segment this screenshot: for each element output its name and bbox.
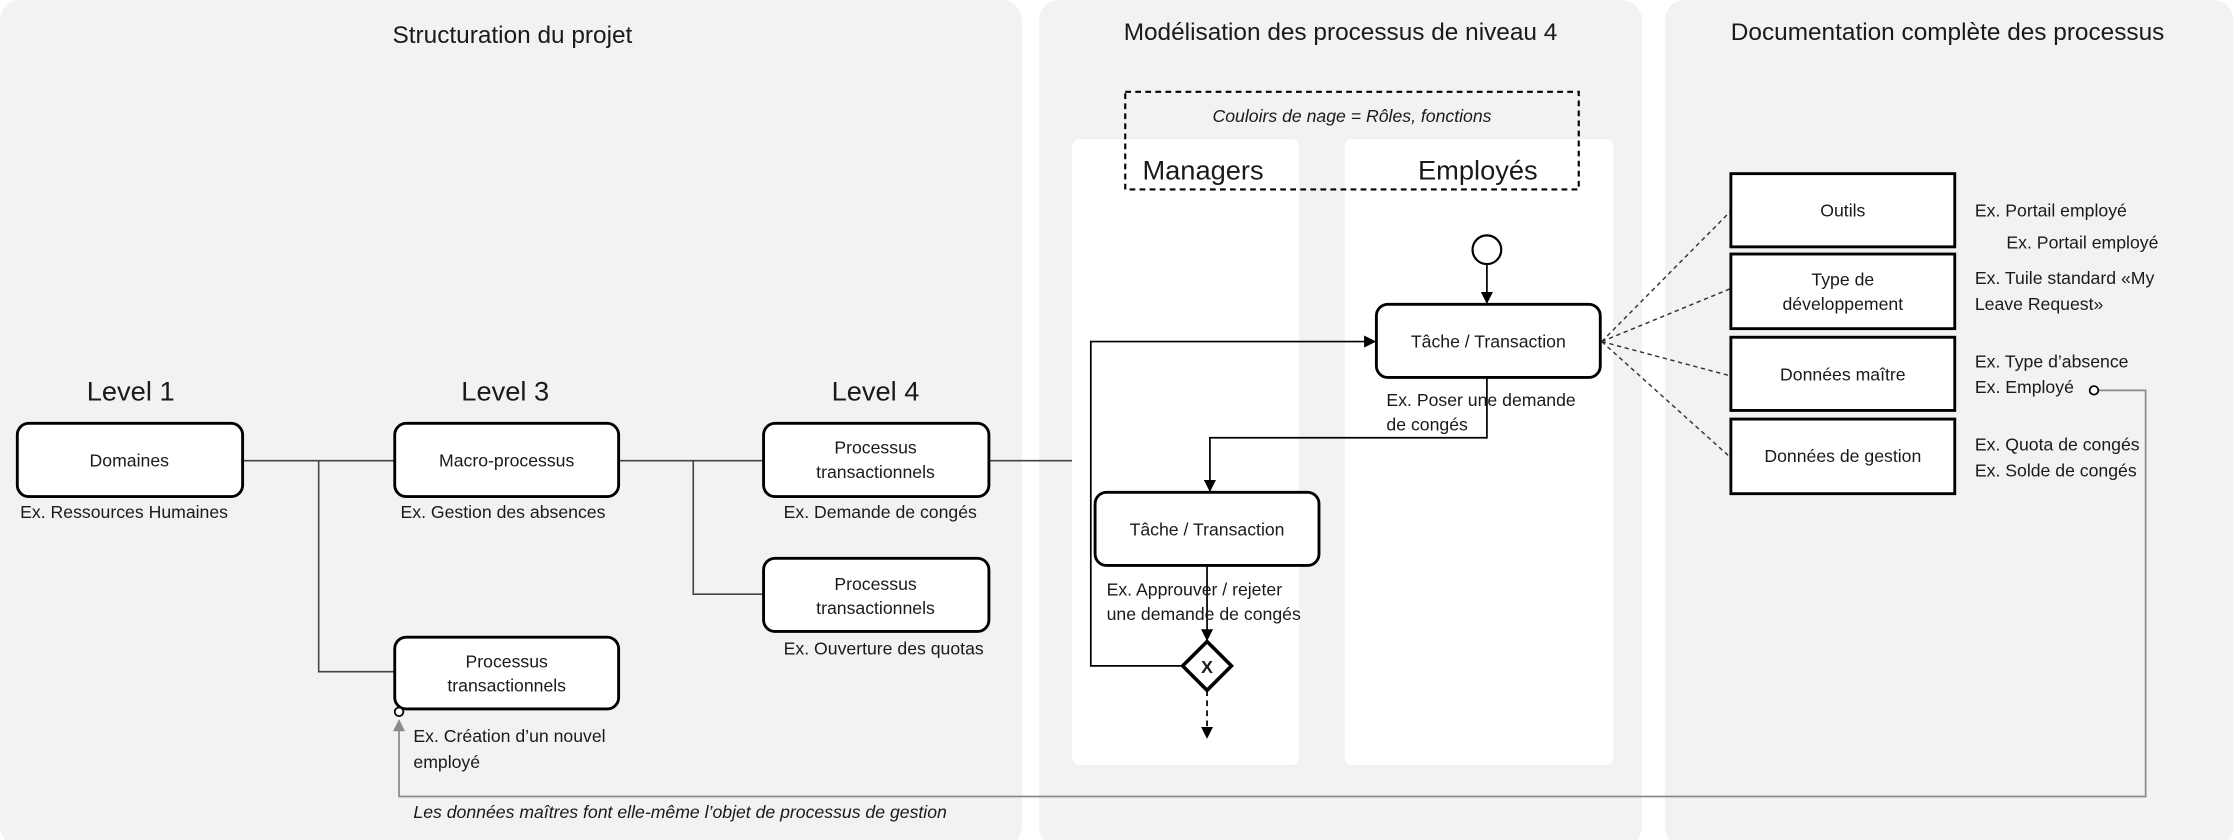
process-diagram: Structuration du projet Modélisation des… bbox=[0, 0, 2234, 840]
caption-proc-c: employé bbox=[413, 752, 480, 772]
caption-proc-c: Ex. Création d’un nouvel bbox=[413, 726, 605, 746]
box-proc-b-label: Processus bbox=[834, 574, 917, 594]
task-manager-label: Tâche / Transaction bbox=[1130, 519, 1285, 539]
caption-proc-a: Ex. Demande de congés bbox=[784, 502, 977, 522]
doc-box-label: Outils bbox=[1820, 201, 1865, 221]
doc-box-label: Données maître bbox=[1780, 364, 1906, 384]
doc-example: Ex. Solde de congés bbox=[1975, 460, 2137, 480]
box-processus-creation bbox=[393, 635, 621, 711]
level-1-label: Level 1 bbox=[87, 375, 175, 406]
task-employee-caption: de congés bbox=[1386, 415, 1468, 435]
connector-end-circle bbox=[2088, 385, 2100, 396]
box-proc-a-label: transactionnels bbox=[816, 462, 935, 482]
start-event bbox=[1471, 234, 1503, 266]
level-4-label: Level 4 bbox=[832, 375, 920, 406]
doc-example: Leave Request» bbox=[1975, 294, 2104, 314]
doc-example: Ex. Portail employé bbox=[1975, 201, 2127, 221]
box-proc-c-label: Processus bbox=[466, 651, 549, 671]
lane-label-employes: Employés bbox=[1418, 154, 1538, 185]
section-title-structuration: Structuration du projet bbox=[393, 22, 633, 49]
task-employee-caption: Ex. Poser une demande bbox=[1386, 390, 1575, 410]
doc-example: Ex. Employé bbox=[1975, 377, 2074, 397]
box-proc-b-label: transactionnels bbox=[816, 598, 935, 618]
section-title-modelisation: Modélisation des processus de niveau 4 bbox=[1124, 19, 1558, 46]
level-3-label: Level 3 bbox=[461, 375, 549, 406]
caption-domaines: Ex. Ressources Humaines bbox=[20, 502, 228, 522]
doc-box-label: Données de gestion bbox=[1764, 446, 1921, 466]
gateway-label: X bbox=[1201, 657, 1213, 677]
doc-example: Ex. Type d’absence bbox=[1975, 351, 2129, 371]
box-macro-label: Macro-processus bbox=[439, 450, 574, 470]
section-title-documentation: Documentation complète des processus bbox=[1731, 19, 2165, 46]
footnote-master-data: Les données maîtres font elle-même l’obj… bbox=[413, 802, 947, 822]
caption-proc-b: Ex. Ouverture des quotas bbox=[784, 638, 984, 658]
task-manager-caption: Ex. Approuver / rejeter bbox=[1107, 580, 1283, 600]
connector-end-circle bbox=[393, 706, 405, 718]
box-processus-demande bbox=[762, 421, 991, 499]
box-domaines-label: Domaines bbox=[90, 450, 170, 470]
doc-example: Ex. Portail employé bbox=[2006, 232, 2158, 252]
lane-label-managers: Managers bbox=[1142, 154, 1263, 185]
lane-employes bbox=[1344, 139, 1614, 765]
caption-macro: Ex. Gestion des absences bbox=[400, 502, 605, 522]
box-proc-c-label: transactionnels bbox=[447, 676, 566, 696]
box-proc-a-label: Processus bbox=[834, 438, 917, 458]
doc-box-label: développement bbox=[1783, 294, 1904, 314]
panel-structuration bbox=[0, 0, 1022, 840]
task-manager-caption: une demande de congés bbox=[1107, 604, 1301, 624]
doc-example: Ex. Quota de congés bbox=[1975, 435, 2140, 455]
doc-box-label: Type de bbox=[1811, 270, 1874, 290]
task-employee-label: Tâche / Transaction bbox=[1411, 331, 1566, 351]
box-processus-quotas bbox=[762, 556, 991, 633]
doc-example: Ex. Tuile standard «My bbox=[1975, 268, 2155, 288]
swimlane-note: Couloirs de nage = Rôles, fonctions bbox=[1212, 106, 1491, 126]
doc-box-type-developpement bbox=[1729, 252, 1957, 331]
